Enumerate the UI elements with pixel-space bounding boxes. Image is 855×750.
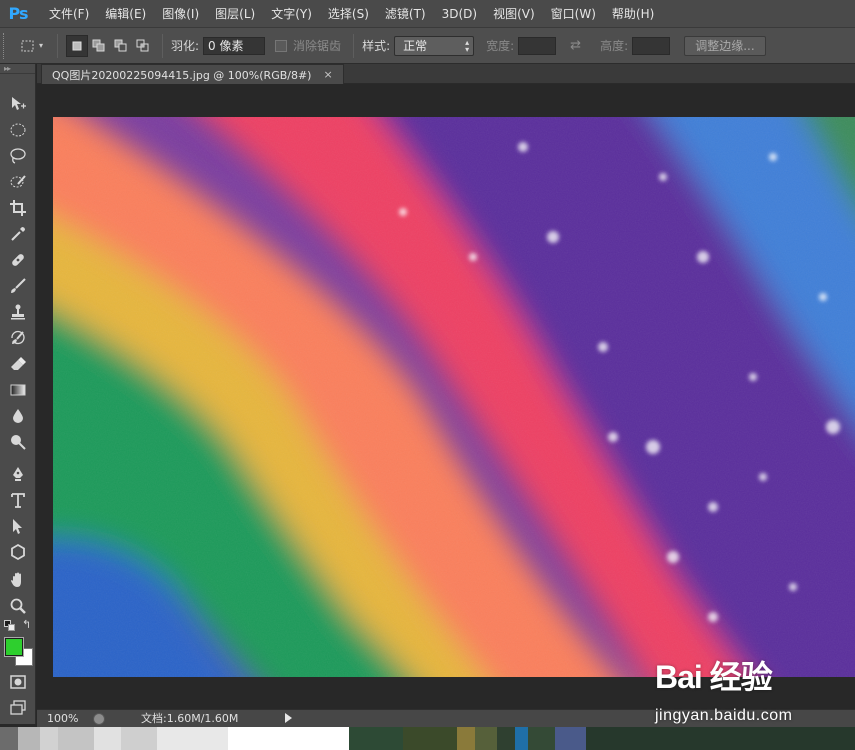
style-select[interactable]: 正常 ▴ ▾ [394, 35, 475, 56]
move-tool-icon[interactable] [6, 92, 30, 116]
options-divider [57, 33, 58, 58]
antialias-checkbox[interactable] [275, 39, 288, 52]
swap-dimensions-icon[interactable]: ⇄ [570, 38, 586, 53]
menu-help[interactable]: 帮助(H) [604, 0, 662, 28]
lasso-tool-icon[interactable] [6, 144, 30, 168]
quick-mask-icon[interactable] [6, 670, 30, 694]
options-bar: ▾ 羽化: 消除锯齿 样式: 正常 ▴▾ 宽度: ⇄ 高度: 调整边缘... [0, 28, 855, 64]
gradient-tool-icon[interactable] [6, 378, 30, 402]
pen-tool-icon[interactable] [6, 462, 30, 486]
path-selection-icon[interactable] [6, 514, 30, 538]
status-info-icon[interactable] [93, 712, 105, 725]
add-to-selection-icon[interactable] [88, 35, 110, 57]
feather-label: 羽化: [171, 39, 200, 53]
shape-tool-icon[interactable] [6, 540, 30, 564]
select-arrows-icon: ▴ ▾ [465, 37, 470, 54]
eraser-tool-icon[interactable] [6, 352, 30, 376]
width-input[interactable] [518, 36, 557, 55]
menu-file[interactable]: 文件(F) [41, 0, 97, 28]
rainbow-photo [53, 117, 855, 677]
history-brush-icon[interactable] [6, 326, 30, 350]
intersect-selection-icon[interactable] [132, 35, 154, 57]
menu-select[interactable]: 选择(S) [320, 0, 377, 28]
brush-tool-icon[interactable] [6, 274, 30, 298]
document-workspace[interactable] [37, 84, 855, 709]
foreground-color-swatch[interactable] [4, 637, 24, 657]
menu-edit[interactable]: 编辑(E) [97, 0, 154, 28]
document-tab[interactable]: QQ图片20200225094415.jpg @ 100%(RGB/8#) × [41, 64, 344, 84]
height-input[interactable] [632, 36, 671, 55]
toolbar-collapse-icon[interactable]: ▸▸ [0, 64, 35, 74]
menu-image[interactable]: 图像(I) [154, 0, 207, 28]
hand-tool-icon[interactable] [6, 568, 30, 592]
zoom-tool-icon[interactable] [6, 594, 30, 618]
document-tab-bar: QQ图片20200225094415.jpg @ 100%(RGB/8#) × [37, 64, 855, 84]
menu-view[interactable]: 视图(V) [485, 0, 543, 28]
document-tab-title: QQ图片20200225094415.jpg @ 100%(RGB/8#) [52, 68, 312, 82]
eyedropper-icon[interactable] [6, 222, 30, 246]
elliptical-marquee-icon[interactable] [6, 118, 30, 142]
document-size-readout: 文档:1.60M/1.60M [141, 711, 239, 725]
app-logo: Ps [8, 4, 29, 23]
swap-colors-icon[interactable]: ↰ [22, 619, 34, 631]
menu-layer[interactable]: 图层(L) [207, 0, 263, 28]
width-label: 宽度: [486, 39, 515, 53]
options-divider [353, 33, 355, 58]
watermark-url: jingyan.baidu.com [655, 707, 793, 724]
options-divider [162, 33, 163, 58]
style-select-value: 正常 [403, 39, 428, 53]
menu-bar: Ps 文件(F) 编辑(E) 图像(I) 图层(L) 文字(Y) 选择(S) 滤… [0, 0, 855, 28]
spot-healing-icon[interactable] [6, 248, 30, 272]
dodge-tool-icon[interactable] [6, 430, 30, 454]
feather-input[interactable] [203, 36, 266, 55]
zoom-level-field[interactable]: 100% [47, 711, 93, 727]
menu-window[interactable]: 窗口(W) [543, 0, 604, 28]
quick-selection-icon[interactable] [6, 170, 30, 194]
menu-3d[interactable]: 3D(D) [434, 0, 485, 28]
screen-mode-icon[interactable] [6, 696, 30, 720]
preset-dropdown-icon[interactable]: ▾ [39, 41, 49, 50]
new-selection-icon[interactable] [66, 34, 88, 57]
tools-panel: ▸▸ ↰ [0, 64, 36, 724]
type-tool-icon[interactable] [6, 488, 30, 512]
height-label: 高度: [600, 39, 629, 53]
menu-type[interactable]: 文字(Y) [263, 0, 320, 28]
image-canvas[interactable] [53, 117, 855, 677]
status-menu-arrow-icon[interactable] [285, 713, 292, 723]
baidu-jingyan-watermark: Bai 经验 jingyan.baidu.com [655, 652, 845, 732]
blur-tool-icon[interactable] [6, 404, 30, 428]
options-grip[interactable] [3, 32, 7, 59]
antialias-label: 消除锯齿 [293, 39, 342, 53]
close-icon[interactable]: × [323, 68, 332, 81]
subtract-from-selection-icon[interactable] [110, 35, 132, 57]
style-label: 样式: [362, 39, 391, 53]
refine-edge-button[interactable]: 调整边缘... [684, 35, 766, 56]
crop-tool-icon[interactable] [6, 196, 30, 220]
clone-stamp-icon[interactable] [6, 300, 30, 324]
menu-filter[interactable]: 滤镜(T) [377, 0, 434, 28]
watermark-logo: Bai 经验 [655, 659, 773, 695]
marquee-preset-icon[interactable] [17, 35, 39, 57]
default-colors-icon[interactable] [4, 620, 16, 632]
